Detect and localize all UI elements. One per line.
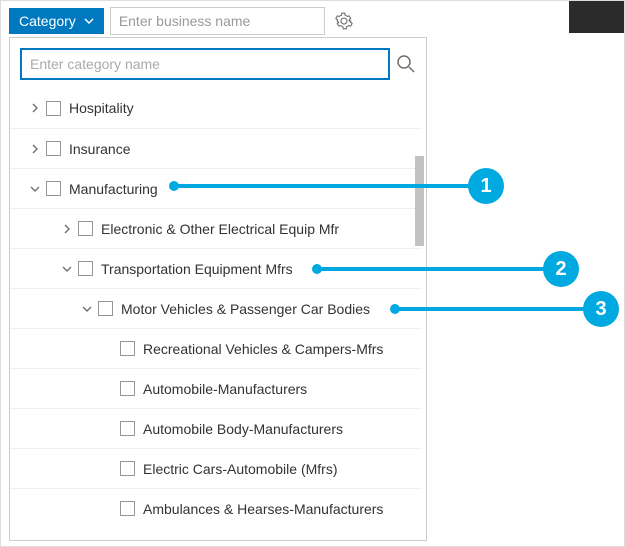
checkbox[interactable]: [46, 101, 61, 116]
dark-corner-block: [569, 1, 624, 33]
tree-node-hospitality[interactable]: Hospitality: [10, 88, 422, 128]
tree-node-electronic[interactable]: Electronic & Other Electrical Equip Mfr: [10, 208, 422, 248]
checkbox[interactable]: [78, 261, 93, 276]
chevron-right-icon[interactable]: [28, 103, 42, 113]
tree-node-auto-body[interactable]: Automobile Body-Manufacturers: [10, 408, 422, 448]
chevron-down-icon: [84, 16, 94, 26]
tree-label: Electric Cars-Automobile (Mfrs): [143, 461, 337, 477]
checkbox[interactable]: [46, 181, 61, 196]
tree-label: Manufacturing: [69, 181, 158, 197]
tree-label: Electronic & Other Electrical Equip Mfr: [101, 221, 339, 237]
tree-label: Transportation Equipment Mfrs: [101, 261, 293, 277]
chevron-down-icon[interactable]: [28, 185, 42, 193]
tree-label: Recreational Vehicles & Campers-Mfrs: [143, 341, 383, 357]
gear-icon[interactable]: [331, 8, 357, 34]
category-panel: Hospitality Insurance Manufacturing Elec…: [9, 37, 427, 541]
chevron-down-icon[interactable]: [60, 265, 74, 273]
tree-label: Hospitality: [69, 100, 134, 116]
search-icon[interactable]: [396, 54, 416, 74]
category-tree[interactable]: Hospitality Insurance Manufacturing Elec…: [10, 88, 426, 540]
tree-label: Automobile Body-Manufacturers: [143, 421, 343, 437]
callout-line-1: [174, 184, 471, 188]
callout-number: 3: [595, 298, 606, 321]
checkbox[interactable]: [120, 461, 135, 476]
category-search-row: [10, 38, 426, 86]
tree-node-electric-cars[interactable]: Electric Cars-Automobile (Mfrs): [10, 448, 422, 488]
tree-node-auto-mfr[interactable]: Automobile-Manufacturers: [10, 368, 422, 408]
tree-label: Motor Vehicles & Passenger Car Bodies: [121, 301, 370, 317]
callout-badge-1: 1: [468, 168, 504, 204]
callout-badge-3: 3: [583, 291, 619, 327]
chevron-right-icon[interactable]: [60, 224, 74, 234]
tree-label: Insurance: [69, 141, 130, 157]
tree-label: Automobile-Manufacturers: [143, 381, 307, 397]
checkbox[interactable]: [120, 501, 135, 516]
chevron-down-icon[interactable]: [80, 305, 94, 313]
checkbox[interactable]: [120, 341, 135, 356]
tree-node-manufacturing[interactable]: Manufacturing: [10, 168, 422, 208]
callout-badge-2: 2: [543, 251, 579, 287]
topbar: Category: [1, 1, 624, 41]
callout-number: 1: [480, 175, 491, 198]
business-name-input[interactable]: [110, 7, 325, 35]
tree-node-insurance[interactable]: Insurance: [10, 128, 422, 168]
scrollbar-thumb[interactable]: [415, 156, 424, 246]
checkbox[interactable]: [120, 421, 135, 436]
tree-node-motor[interactable]: Motor Vehicles & Passenger Car Bodies: [10, 288, 422, 328]
checkbox[interactable]: [78, 221, 93, 236]
category-search-input[interactable]: [20, 48, 390, 80]
tree-node-ambulances[interactable]: Ambulances & Hearses-Manufacturers: [10, 488, 422, 528]
checkbox[interactable]: [120, 381, 135, 396]
callout-line-2: [317, 267, 545, 271]
tree-node-rec[interactable]: Recreational Vehicles & Campers-Mfrs: [10, 328, 422, 368]
checkbox[interactable]: [46, 141, 61, 156]
category-dropdown-button[interactable]: Category: [9, 8, 104, 34]
checkbox[interactable]: [98, 301, 113, 316]
category-dropdown-label: Category: [19, 13, 76, 29]
chevron-right-icon[interactable]: [28, 144, 42, 154]
tree-label: Ambulances & Hearses-Manufacturers: [143, 501, 383, 517]
callout-line-3: [395, 307, 585, 311]
callout-number: 2: [555, 258, 566, 281]
